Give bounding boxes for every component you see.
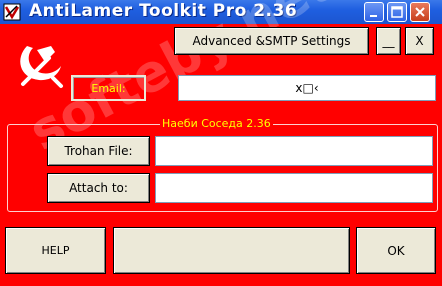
close-button[interactable]: X xyxy=(405,27,434,55)
window-title: AntiLamer Toolkit Pro 2.36 xyxy=(29,1,298,21)
title-bar[interactable]: AntiLamer Toolkit Pro 2.36 xyxy=(0,0,442,24)
email-field[interactable] xyxy=(178,75,436,101)
window-minimize-button[interactable] xyxy=(364,2,384,22)
trohan-file-field[interactable] xyxy=(155,136,433,166)
email-label-text: Email: xyxy=(91,81,126,95)
window-maximize-button[interactable] xyxy=(387,2,407,22)
email-label: Email: xyxy=(71,75,146,101)
attach-to-button[interactable]: Attach to: xyxy=(47,173,150,203)
ok-button[interactable]: OK xyxy=(356,227,436,274)
status-panel xyxy=(113,227,350,274)
minimize-button[interactable]: __ xyxy=(376,27,401,55)
hammer-sickle-icon xyxy=(13,38,69,90)
attach-to-field[interactable] xyxy=(155,173,433,203)
window-close-button[interactable] xyxy=(410,2,430,22)
app-icon xyxy=(3,3,21,21)
group-legend: Наеби Соседа 2.36 xyxy=(160,117,273,130)
help-button[interactable]: HELP xyxy=(5,227,106,274)
advanced-smtp-settings-button[interactable]: Advanced &SMTP Settings xyxy=(174,27,369,55)
trohan-file-button[interactable]: Trohan File: xyxy=(47,136,150,166)
